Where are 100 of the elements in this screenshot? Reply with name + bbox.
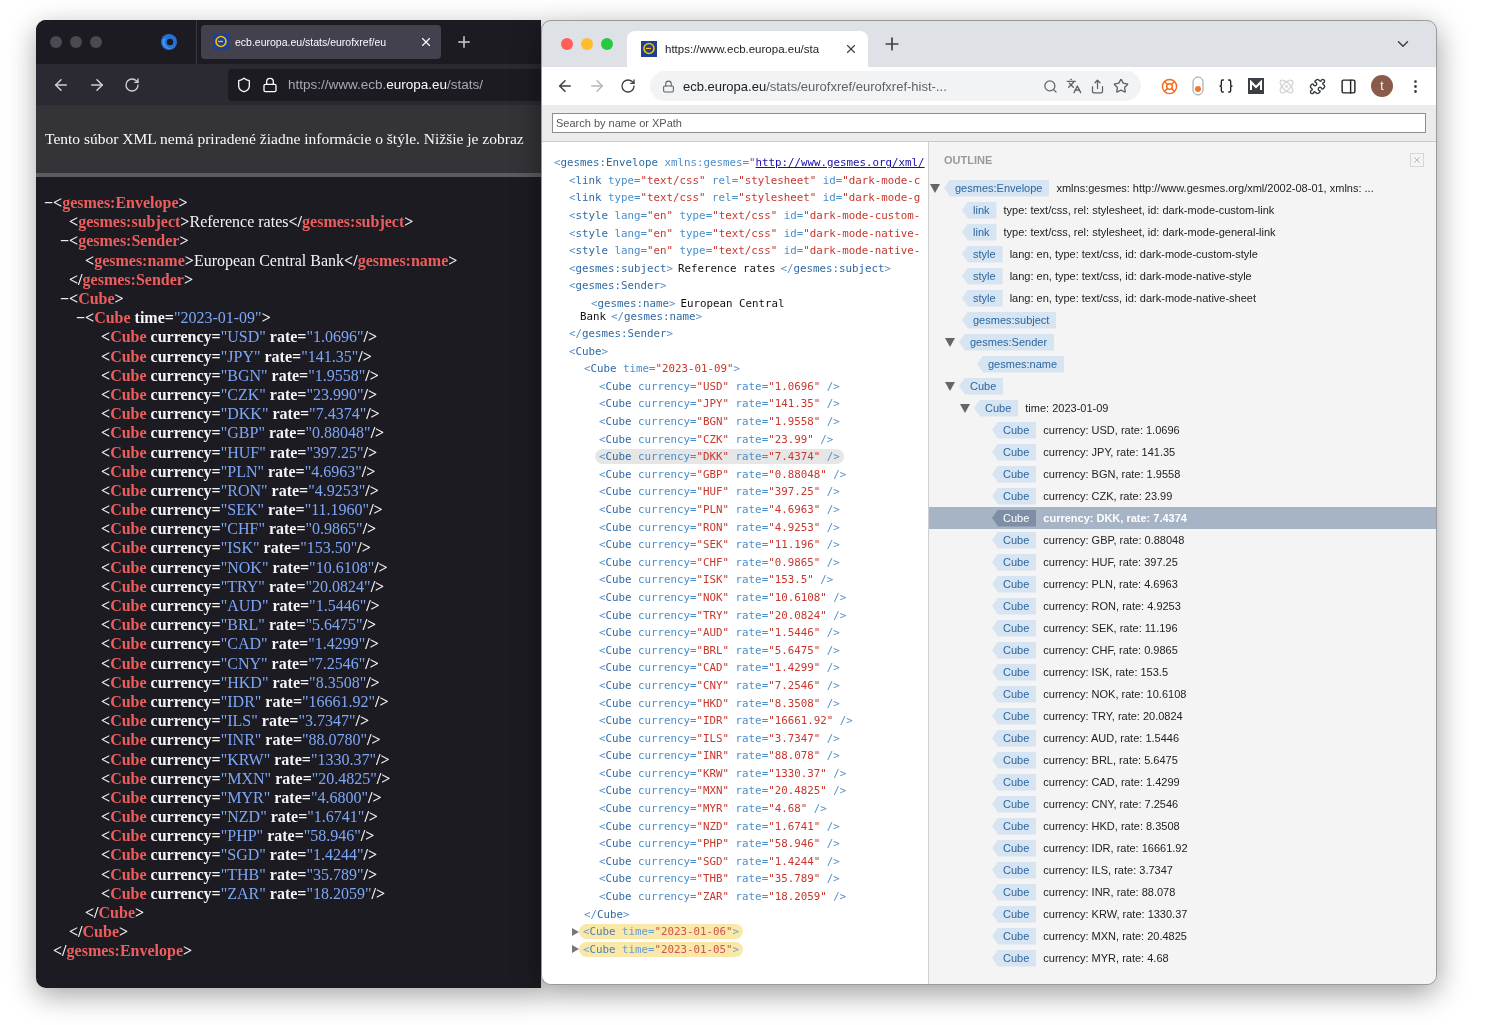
tag-chip[interactable]: link — [962, 201, 997, 219]
tag-chip[interactable]: Cube — [992, 575, 1037, 593]
back-icon[interactable] — [556, 77, 574, 95]
tag-chip[interactable]: Cube — [992, 707, 1037, 725]
search-field[interactable]: Search by name or XPath — [552, 113, 1426, 133]
collapse-toggle[interactable]: − — [60, 290, 69, 307]
browser-tab[interactable]: https://www.ecb.europa.eu/sta — [627, 31, 868, 67]
tag-chip[interactable]: Cube — [992, 421, 1037, 439]
close-icon[interactable] — [844, 42, 858, 56]
collapse-toggle[interactable]: − — [76, 309, 85, 326]
tag-chip[interactable]: Cube — [992, 443, 1037, 461]
xml-line: <Cube currency="SGD" rate="1.4244"/> — [101, 845, 378, 865]
profile-avatar[interactable]: t — [1371, 75, 1393, 97]
attribute-text: lang: en, type: text/css, id: dark-mode-native-style — [1009, 270, 1252, 282]
attribute-text: currency: KRW, rate: 1330.37 — [1043, 908, 1188, 920]
xml-line: <Cube> — [69, 289, 124, 309]
translate-icon[interactable] — [1066, 78, 1082, 94]
tag-chip[interactable]: style — [962, 289, 1003, 307]
tag-chip[interactable]: Cube — [992, 487, 1037, 505]
attribute-text: type: text/css, rel: stylesheet, id: dark-mode-custom-link — [1003, 204, 1275, 216]
browser-tab[interactable]: ecb.europa.eu/stats/eurofxref/eu — [201, 25, 441, 59]
tag-chip[interactable]: Cube — [992, 553, 1037, 571]
favicon-icon — [213, 34, 229, 50]
xml-line: <Cube currency="INR" rate="88.0780"/> — [101, 730, 381, 750]
reload-icon[interactable] — [620, 78, 636, 94]
new-tab-icon[interactable] — [455, 33, 473, 51]
tag-chip[interactable]: Cube — [992, 685, 1037, 703]
tag-chip[interactable]: Cube — [992, 641, 1037, 659]
tag-chip[interactable]: Cube — [992, 795, 1037, 813]
xml-line: <Cube currency="PHP" rate="58.946"/> — [101, 826, 375, 846]
share-icon[interactable] — [1090, 78, 1105, 94]
tag-chip[interactable]: Cube — [992, 663, 1037, 681]
close-icon[interactable] — [419, 35, 433, 49]
expand-arrow-icon[interactable] — [572, 945, 579, 954]
capsule-icon[interactable] — [1192, 76, 1204, 96]
tag-chip[interactable]: style — [962, 245, 1003, 263]
attribute-text: lang: en, type: text/css, id: dark-mode-native-sheet — [1009, 292, 1257, 304]
xml-line: <Cube currency="ISK" rate="153.50"/> — [101, 538, 371, 558]
tag-chip[interactable]: Cube — [992, 839, 1037, 857]
expand-arrow-icon[interactable] — [572, 927, 579, 936]
tag-chip[interactable]: Cube — [992, 905, 1037, 923]
caret-down-icon[interactable] — [945, 381, 955, 391]
address-bar[interactable]: ecb.europa.eu/stats/eurofxref/eurofxref-hist-... — [650, 71, 1141, 101]
source-line: <Cube currency="TRY" rate="20.0824" /> — [599, 607, 847, 623]
notice-text: Tento súbor XML nemá priradené žiadne informácie o štýle. Nižšie je zobraz — [45, 130, 524, 148]
shield-icon[interactable] — [236, 76, 252, 93]
source-line: <Cube currency="DKK" rate="7.4374" /> — [595, 449, 844, 465]
tag-chip[interactable]: gesmes:name — [977, 355, 1065, 373]
tag-chip[interactable]: Cube — [992, 751, 1037, 769]
tag-chip[interactable]: Cube — [992, 465, 1037, 483]
braces-icon[interactable] — [1218, 78, 1234, 94]
lifebuoy-icon[interactable] — [1161, 77, 1178, 95]
tag-chip[interactable]: gesmes:Sender — [959, 333, 1055, 351]
tag-chip[interactable]: Cube — [992, 861, 1037, 879]
xml-line: </gesmes:Envelope> — [53, 941, 193, 961]
side-panel-icon[interactable] — [1340, 77, 1357, 95]
tag-chip[interactable]: Cube — [992, 927, 1037, 945]
collapse-toggle[interactable]: − — [44, 194, 53, 211]
tag-chip[interactable]: style — [962, 267, 1003, 285]
attribute-text: currency: CNY, rate: 7.2546 — [1043, 798, 1179, 810]
source-line: <Cube currency="THB" rate="35.789" /> — [599, 871, 840, 887]
xml-line: <Cube currency="HKD" rate="8.3508"/> — [101, 673, 380, 692]
source-line: <Cube time="2023-01-06"> — [579, 924, 744, 940]
xml-line: <Cube currency="MYR" rate="4.6800"/> — [101, 788, 382, 807]
collapse-toggle[interactable]: − — [60, 232, 69, 249]
tag-chip[interactable]: Cube — [992, 817, 1037, 835]
tag-chip[interactable]: Cube — [992, 773, 1037, 791]
tag-chip[interactable]: Cube — [992, 729, 1037, 747]
tag-chip[interactable]: Cube — [974, 399, 1019, 417]
logo-icon[interactable] — [1248, 78, 1264, 94]
caret-down-icon[interactable] — [945, 337, 955, 347]
attribute-text: currency: TRY, rate: 20.0824 — [1043, 710, 1183, 722]
tag-chip[interactable]: Cube — [992, 883, 1037, 901]
star-icon[interactable] — [1113, 78, 1129, 94]
xml-line: <Cube currency="THB" rate="35.789"/> — [101, 864, 378, 884]
tag-chip[interactable]: Cube — [992, 597, 1037, 615]
extensions-icon[interactable] — [1309, 77, 1326, 95]
selected-row[interactable]: Cube currency: DKK, rate: 7.4374 — [929, 507, 1436, 529]
tag-chip[interactable]: gesmes:subject — [962, 311, 1057, 329]
lock-icon[interactable] — [662, 79, 675, 93]
caret-down-icon[interactable] — [930, 183, 940, 193]
attribute-text: currency: JPY, rate: 141.35 — [1043, 446, 1176, 458]
tag-chip[interactable]: Cube — [992, 531, 1037, 549]
xml-line: </Cube> — [85, 903, 145, 923]
caret-down-icon[interactable] — [960, 403, 970, 413]
tag-chip[interactable]: Cube — [959, 377, 1004, 395]
xml-line: <gesmes:Sender> — [69, 231, 189, 251]
source-line: <Cube currency="ILS" rate="3.7347" /> — [599, 730, 840, 746]
tag-chip[interactable]: Cube — [992, 619, 1037, 637]
address-bar[interactable]: https://www.ecb.europa.eu/stats/ — [228, 68, 541, 101]
tag-chip[interactable]: Cube — [992, 949, 1037, 967]
search-icon[interactable] — [1043, 78, 1058, 94]
tag-chip[interactable]: Cube — [992, 509, 1037, 527]
source-line: <Cube currency="SGD" rate="1.4244" /> — [599, 853, 840, 869]
tag-chip[interactable]: link — [962, 223, 997, 241]
namespace-link[interactable]: http://www.gesmes.org/xml/ — [755, 156, 925, 170]
source-line: <Cube currency="PLN" rate="4.6963" /> — [599, 502, 840, 517]
attribute-text: currency: HUF, rate: 397.25 — [1043, 556, 1178, 568]
tag-chip[interactable]: gesmes:Envelope — [944, 179, 1050, 197]
attribute-text: currency: INR, rate: 88.078 — [1043, 886, 1176, 898]
